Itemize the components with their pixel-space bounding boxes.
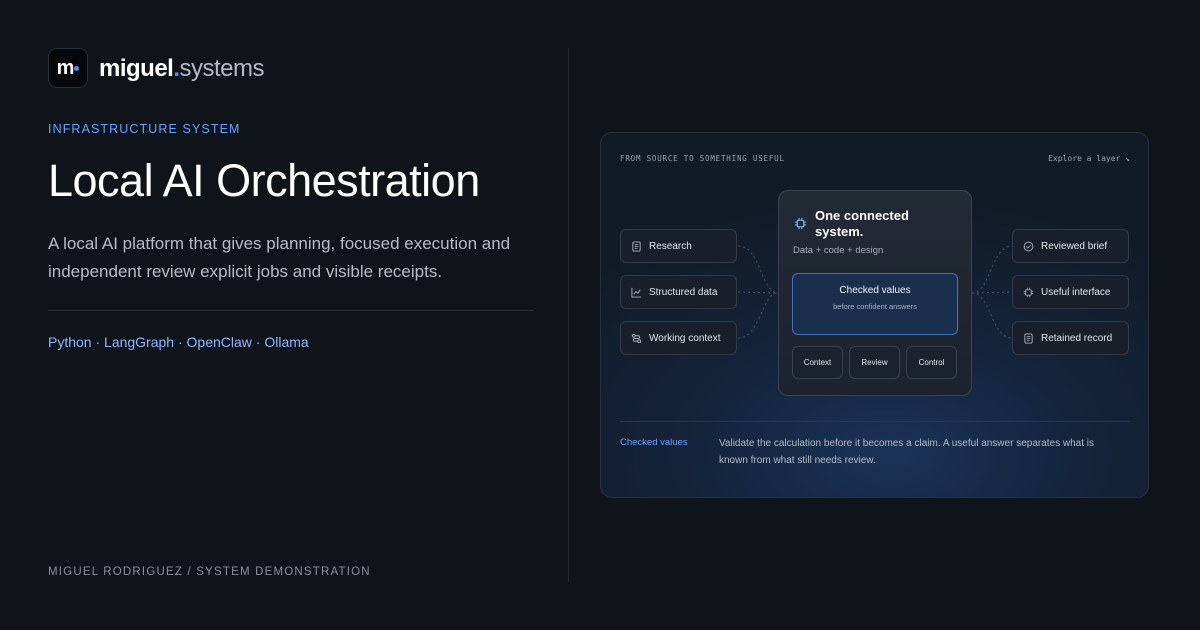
brand-name-bold: miguel	[99, 55, 174, 82]
core-title: One connected system.	[815, 208, 909, 239]
footer-credit: MIGUEL RODRIGUEZ / SYSTEM DEMONSTRATION	[48, 566, 371, 578]
checked-values-subtitle: before confident answers	[833, 302, 917, 311]
chip-icon	[794, 217, 807, 230]
check-circle-icon	[1023, 241, 1034, 251]
logo-letter: m	[56, 56, 75, 79]
detail-text: Validate the calculation before it becom…	[719, 438, 1095, 466]
logo-dot	[74, 65, 80, 71]
layer-button-context[interactable]: Context	[792, 346, 843, 379]
core-subtitle: Data + code + design	[793, 245, 884, 256]
input-node-label: Structured data	[649, 286, 718, 298]
chip-icon	[1023, 287, 1034, 297]
system-core-panel: One connected system. Data + code + desi…	[778, 190, 972, 396]
output-node-reviewed-brief[interactable]: Reviewed brief	[1012, 229, 1129, 263]
route-icon	[631, 333, 642, 343]
column-divider	[568, 48, 569, 582]
brand-name: miguel.systems	[99, 55, 265, 83]
detail-divider	[620, 421, 1130, 422]
output-node-retained-record[interactable]: Retained record	[1012, 321, 1129, 355]
layer-button-review[interactable]: Review	[849, 346, 900, 379]
output-node-useful-interface[interactable]: Useful interface	[1012, 275, 1129, 309]
output-node-label: Useful interface	[1041, 286, 1111, 298]
input-node-structured-data[interactable]: Structured data	[620, 275, 737, 309]
line-chart-icon	[631, 287, 642, 298]
page-title: Local AI Orchestration	[48, 155, 480, 206]
input-node-working-context[interactable]: Working context	[620, 321, 737, 355]
checked-values-panel[interactable]: Checked values before confident answers	[792, 273, 958, 335]
divider-line	[48, 310, 533, 311]
detail-label: Checked values	[620, 437, 688, 448]
document-icon	[632, 240, 641, 252]
tech-stack: Python · LangGraph · OpenClaw · Ollama	[48, 334, 309, 350]
brand-name-light: systems	[179, 55, 265, 82]
diagram-card: FROM SOURCE TO SOMETHING USEFUL Explore …	[600, 132, 1149, 498]
output-node-label: Retained record	[1041, 332, 1113, 344]
description: A local AI platform that gives planning,…	[48, 234, 511, 281]
input-node-label: Research	[649, 240, 692, 252]
layer-button-control[interactable]: Control	[906, 346, 957, 379]
input-node-research[interactable]: Research	[620, 229, 737, 263]
input-node-label: Working context	[649, 332, 721, 344]
output-node-label: Reviewed brief	[1041, 240, 1108, 252]
eyebrow: INFRASTRUCTURE SYSTEM	[48, 122, 241, 136]
logo-mark: m	[48, 48, 88, 88]
checked-values-title: Checked values	[839, 285, 911, 296]
document-icon	[1024, 332, 1033, 344]
